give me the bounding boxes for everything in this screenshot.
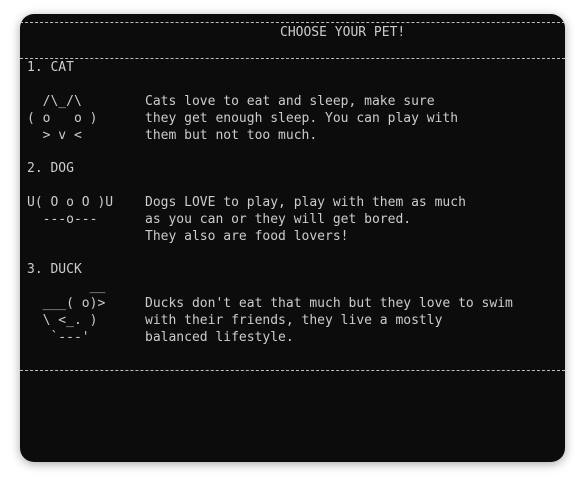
top-rule — [20, 22, 565, 23]
duck-art-line: ___( o)> — [27, 296, 106, 311]
duck-art-line: `---' — [27, 330, 90, 345]
duck-description-line: with their friends, they live a mostly — [145, 313, 443, 328]
duck-description-line: Ducks don't eat that much but they love … — [145, 296, 513, 311]
duck-art-line: \ <_. ) — [27, 313, 98, 328]
cat-description-line: they get enough sleep. You can play with — [145, 111, 459, 126]
terminal-window: CHOOSE YOUR PET! 1. CAT /\_/\ ( o o ) > … — [20, 14, 565, 462]
cat-art-line: ( o o ) — [27, 111, 98, 126]
cat-art-line: /\_/\ — [27, 94, 82, 109]
dog-description-line: They also are food lovers! — [145, 229, 349, 244]
cat-art-line: > v < — [27, 128, 82, 143]
duck-art-line: __ — [27, 279, 106, 294]
cat-description-line: Cats love to eat and sleep, make sure — [145, 94, 435, 109]
pet-heading-dog: 2. DOG — [27, 161, 74, 176]
pet-heading-cat: 1. CAT — [27, 60, 74, 75]
duck-description-line: balanced lifestyle. — [145, 330, 294, 345]
title-rule — [20, 58, 565, 59]
bottom-rule — [20, 370, 565, 371]
dog-description-line: Dogs LOVE to play, play with them as muc… — [145, 195, 466, 210]
page-title: CHOOSE YOUR PET! — [280, 25, 406, 40]
pet-heading-duck: 3. DUCK — [27, 262, 82, 277]
cat-description-line: them but not too much. — [145, 128, 318, 143]
dog-art-line: ---o--- — [27, 212, 98, 227]
dog-description-line: as you can or they will get bored. — [145, 212, 412, 227]
dog-art-line: U( O o O )U — [27, 195, 114, 210]
